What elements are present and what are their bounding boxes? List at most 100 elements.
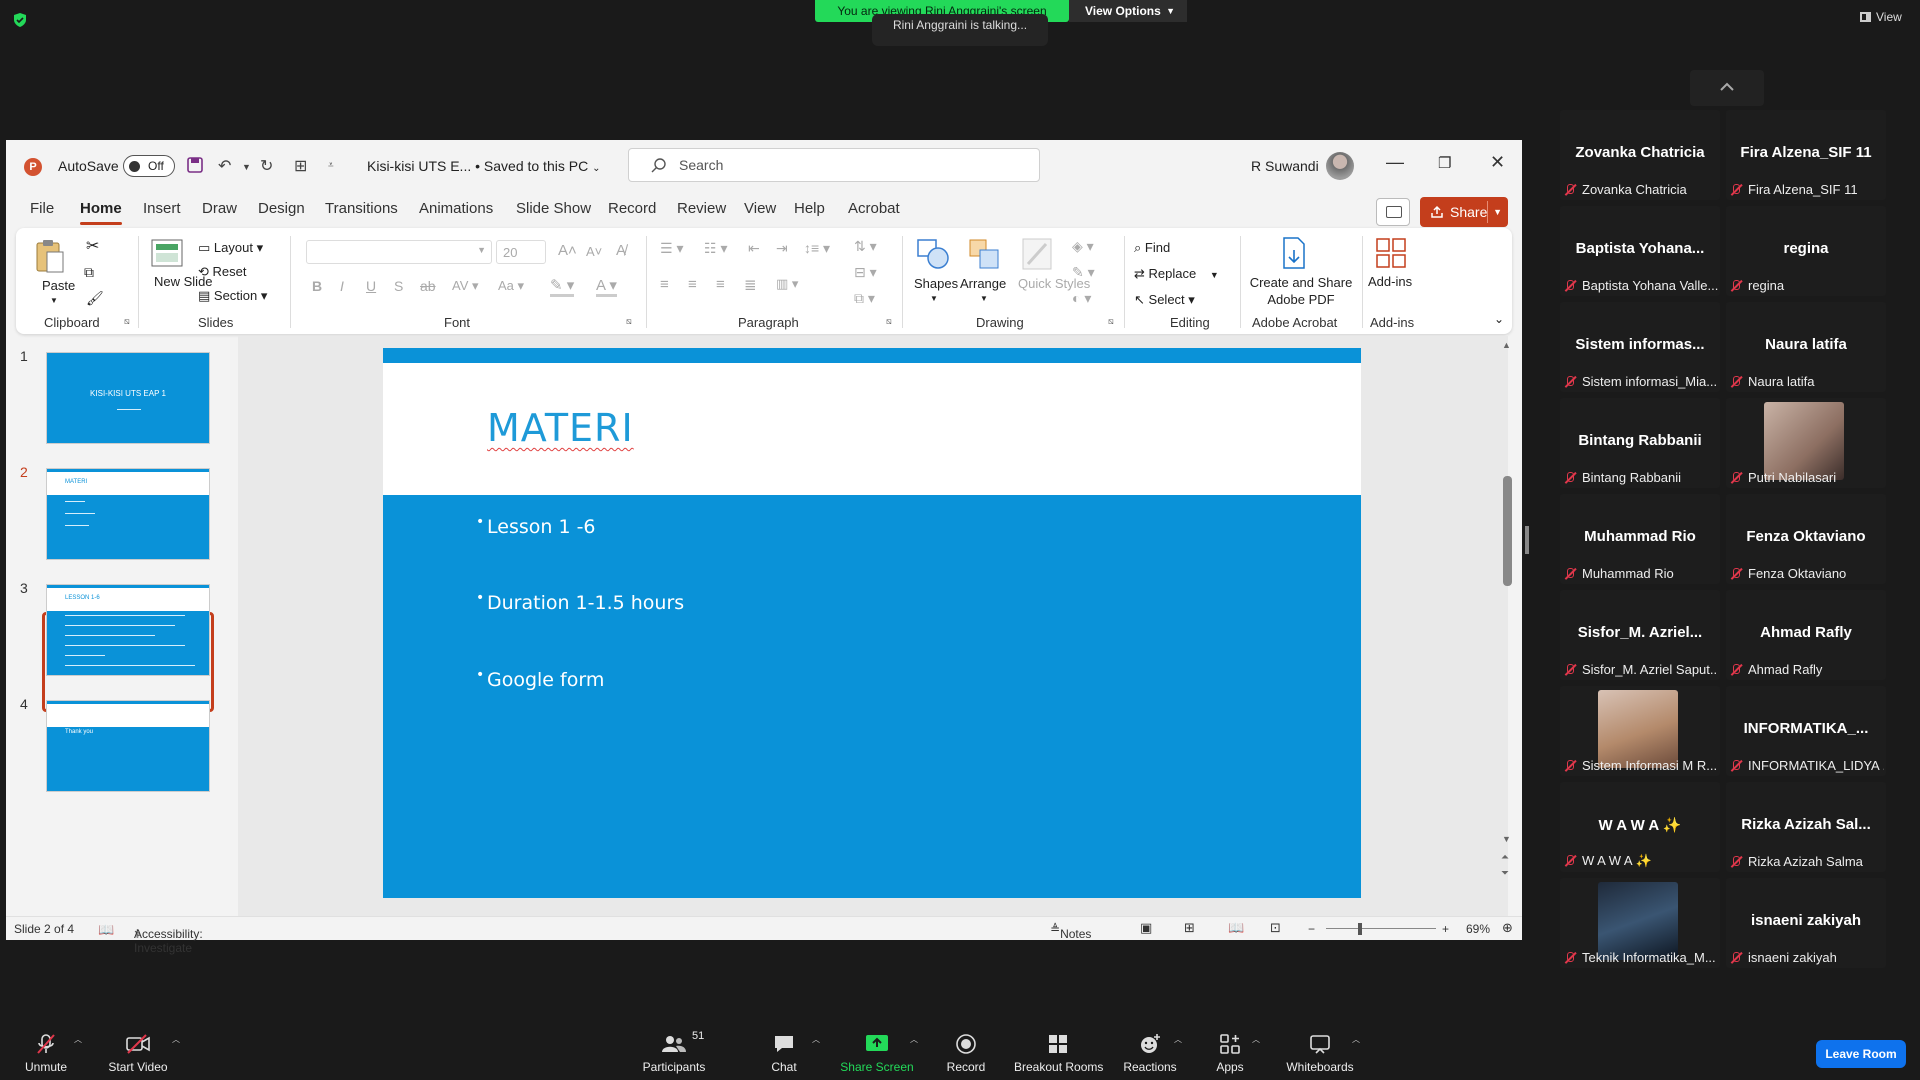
whiteboards-caret-icon[interactable]: ︿ (1352, 1034, 1360, 1045)
clear-formatting-icon[interactable]: A̸ (616, 242, 626, 259)
columns-icon[interactable]: ▥ ▾ (776, 276, 798, 292)
font-name-dropdown[interactable]: ▼ (306, 240, 492, 264)
align-text-icon[interactable]: ⊟ ▾ (854, 264, 877, 281)
bullets-icon[interactable]: ☰ ▾ (660, 240, 683, 257)
section-button[interactable]: ▤ Section ▾ (198, 288, 267, 304)
vertical-scrollbar[interactable]: ▲ ▼ ⏶ ⏷ (1500, 340, 1514, 886)
slide-bullet[interactable]: Lesson 1 -6 (476, 514, 595, 538)
text-shadow-icon[interactable]: S (394, 278, 403, 294)
slideshow-view-icon[interactable]: ⊡ (1270, 920, 1281, 936)
underline-icon[interactable]: U (366, 278, 376, 294)
participant-tile[interactable]: Teknik Informatika_M... (1560, 878, 1720, 968)
current-slide[interactable]: MATERI Lesson 1 -6 Duration 1-1.5 hours … (383, 348, 1361, 898)
font-color-icon[interactable]: A ▾ (596, 276, 617, 297)
add-ins-label[interactable]: Add-ins (1368, 274, 1412, 289)
participant-tile[interactable]: Rizka Azizah Sal... Rizka Azizah Salma (1726, 782, 1886, 872)
arrange-label[interactable]: Arrange (960, 276, 1006, 291)
paste-icon[interactable] (34, 238, 66, 274)
italic-icon[interactable]: I (340, 278, 344, 294)
zoom-level[interactable]: 69% (1466, 922, 1490, 936)
reading-view-icon[interactable]: 📖 (1228, 920, 1244, 936)
audio-options-caret-icon[interactable]: ︿ (74, 1034, 82, 1045)
reactions-button[interactable]: Reactions (1120, 1032, 1180, 1074)
zoom-slider[interactable] (1326, 928, 1436, 929)
dialog-launcher-icon[interactable]: ⧅ (886, 316, 892, 327)
tab-animations[interactable]: Animations (419, 200, 493, 217)
justify-icon[interactable]: ≣ (744, 276, 757, 294)
participant-tile[interactable]: Sisfor_M. Azriel... Sisfor_M. Azriel Sapu… (1560, 590, 1720, 680)
tab-file[interactable]: File (30, 200, 54, 217)
highlight-icon[interactable]: ✎ ▾ (550, 276, 575, 297)
user-name[interactable]: R Suwandi (1251, 158, 1319, 174)
tab-home[interactable]: Home (80, 200, 122, 225)
zoom-slider-thumb[interactable] (1358, 923, 1362, 935)
participant-tile[interactable]: Muhammad Rio Muhammad Rio (1560, 494, 1720, 584)
participant-tile[interactable]: Ahmad Rafly Ahmad Rafly (1726, 590, 1886, 680)
decrease-indent-icon[interactable]: ⇤ (748, 240, 760, 257)
participant-tile[interactable]: Sistem informas... Sistem informasi_Mia..… (1560, 302, 1720, 392)
slide-bullet[interactable]: Google form (476, 667, 604, 691)
text-direction-icon[interactable]: ⇅ ▾ (854, 238, 877, 255)
slide-title[interactable]: MATERI (487, 406, 634, 450)
replace-button[interactable]: ⇄ Replace ▼ (1134, 266, 1219, 282)
chevron-down-icon[interactable]: ▼ (980, 294, 988, 303)
select-button[interactable]: ↖ Select ▾ (1134, 292, 1195, 308)
change-case-icon[interactable]: Aa ▾ (498, 278, 524, 294)
layout-button[interactable]: ▭ Layout ▾ (198, 240, 263, 256)
participant-tile[interactable]: Naura latifa Naura latifa (1726, 302, 1886, 392)
tab-record[interactable]: Record (608, 200, 656, 217)
share-options-caret-icon[interactable]: ︿ (910, 1034, 918, 1045)
dialog-launcher-icon[interactable]: ⧅ (124, 316, 130, 327)
undo-icon[interactable]: ↶ (218, 156, 231, 176)
increase-font-size-icon[interactable]: A˄ (558, 242, 577, 259)
spelling-icon[interactable]: 📖 (98, 922, 114, 938)
participant-tile[interactable]: INFORMATIKA_... INFORMATIKA_LIDYA ... (1726, 686, 1886, 776)
collapse-gallery-button[interactable] (1690, 70, 1764, 106)
dialog-launcher-icon[interactable]: ⧅ (626, 316, 632, 327)
present-icon[interactable]: ⊞ (294, 156, 307, 176)
view-button[interactable]: View (1860, 10, 1902, 24)
slide-thumbnail-3[interactable]: LESSON 1-6 (46, 584, 210, 676)
font-size-dropdown[interactable]: 20 (496, 240, 546, 264)
slide-bullet[interactable]: Duration 1-1.5 hours (476, 590, 684, 614)
bold-icon[interactable]: B (312, 278, 322, 294)
participants-button[interactable]: 51 Participants (640, 1030, 708, 1074)
character-spacing-icon[interactable]: AV ▾ (452, 278, 479, 294)
smartart-icon[interactable]: ⧉ ▾ (854, 290, 875, 307)
shapes-label[interactable]: Shapes (914, 276, 958, 291)
view-options-button[interactable]: View Options ▼ (1069, 0, 1187, 22)
apps-caret-icon[interactable]: ︿ (1252, 1034, 1260, 1045)
chevron-down-icon[interactable]: ▼ (50, 296, 58, 305)
tab-review[interactable]: Review (677, 200, 726, 217)
shape-fill-icon[interactable]: ◈ ▾ (1072, 238, 1094, 255)
tab-transitions[interactable]: Transitions (325, 200, 398, 217)
tab-view[interactable]: View (744, 200, 776, 217)
slide-sorter-icon[interactable]: ⊞ (1184, 920, 1195, 936)
paste-label[interactable]: Paste (42, 278, 75, 293)
close-icon[interactable]: ✕ (1490, 152, 1505, 173)
start-video-button[interactable]: Start Video (102, 1032, 174, 1074)
align-center-icon[interactable]: ≡ (688, 276, 697, 293)
redo-icon[interactable]: ↻ (260, 156, 273, 176)
tab-slide-show[interactable]: Slide Show (516, 200, 591, 217)
scroll-down-icon[interactable]: ▼ (1502, 834, 1511, 844)
customize-toolbar-icon[interactable]: ⩡ (328, 160, 334, 171)
tab-draw[interactable]: Draw (202, 200, 237, 217)
next-slide-icon[interactable]: ⏷ (1501, 868, 1509, 879)
save-icon[interactable] (186, 156, 204, 174)
strikethrough-icon[interactable]: ab (420, 278, 436, 294)
participant-tile[interactable]: isnaeni zakiyah isnaeni zakiyah (1726, 878, 1886, 968)
tab-help[interactable]: Help (794, 200, 825, 217)
slide-thumbnail-4[interactable]: Thank you (46, 700, 210, 792)
arrange-icon[interactable] (966, 236, 1002, 272)
shapes-icon[interactable] (914, 236, 952, 272)
fit-to-window-icon[interactable]: ⊕ (1502, 920, 1513, 936)
previous-slide-icon[interactable]: ⏶ (1501, 852, 1509, 863)
create-pdf-label[interactable]: Create and Share Adobe PDF (1246, 274, 1356, 308)
copy-icon[interactable]: ⧉ (84, 264, 94, 281)
leave-room-button[interactable]: Leave Room (1816, 1040, 1906, 1068)
whiteboards-button[interactable]: Whiteboards (1282, 1032, 1358, 1074)
reactions-caret-icon[interactable]: ︿ (1174, 1034, 1182, 1045)
line-spacing-icon[interactable]: ↕≡ ▾ (804, 240, 830, 257)
chat-options-caret-icon[interactable]: ︿ (812, 1034, 820, 1045)
